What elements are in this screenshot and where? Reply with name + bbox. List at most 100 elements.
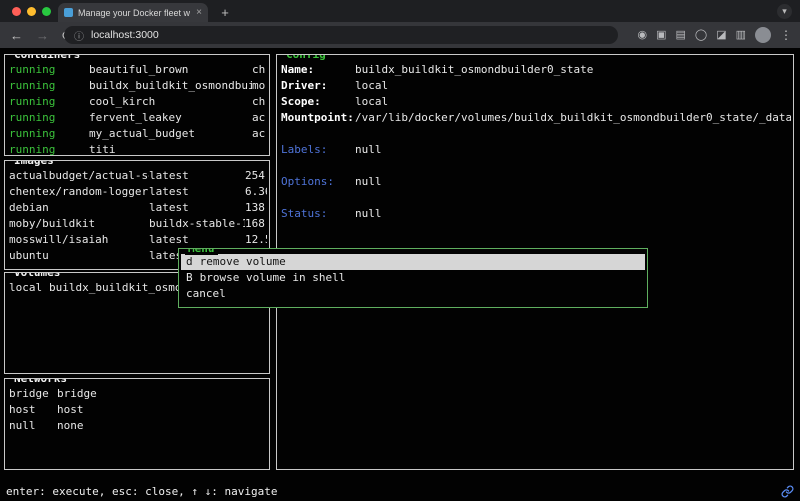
container-state: running	[9, 78, 89, 94]
menu-item[interactable]: d remove volume	[181, 254, 645, 270]
container-name: titi	[89, 142, 252, 156]
docker-tui: Containers running beautiful_brown ch ru…	[0, 48, 800, 501]
container-image: ch	[252, 94, 267, 110]
container-image: mo	[252, 78, 267, 94]
image-tag: latest	[149, 200, 245, 216]
extensions-icon[interactable]: ◪	[716, 30, 726, 41]
menu-item-label: browse volume in shell	[200, 270, 346, 286]
url-text: localhost:3000	[91, 29, 159, 41]
container-row[interactable]: running cool_kirch ch	[9, 94, 267, 110]
tab-title: Manage your Docker fleet w	[78, 8, 191, 18]
container-state: running	[9, 110, 89, 126]
container-image: ac	[252, 126, 267, 142]
keyboard-hints: enter: execute, esc: close, ↑ ↓: navigat…	[6, 485, 278, 498]
networks-list: bridge bridge host host null none	[9, 386, 267, 469]
container-row[interactable]: running my_actual_budget ac	[9, 126, 267, 142]
config-key: Options:	[281, 174, 355, 190]
image-row[interactable]: chentex/random-logger latest 6.36MB	[9, 184, 267, 200]
image-row[interactable]: mosswill/isaiah latest 12.56	[9, 232, 267, 248]
image-size: 168.13	[245, 216, 267, 232]
network-driver: host	[57, 402, 267, 418]
menu-popup: Menu d remove volume B browse volume in …	[178, 248, 648, 308]
network-driver: bridge	[57, 386, 267, 402]
config-key: Driver:	[281, 78, 355, 94]
container-state: running	[9, 126, 89, 142]
zoom-window-button[interactable]	[42, 7, 51, 16]
config-row: Driver: local	[281, 78, 791, 94]
image-size: 138.84	[245, 200, 267, 216]
volume-driver: local	[9, 280, 49, 296]
reading-list-icon[interactable]: ▤	[675, 30, 685, 41]
container-row[interactable]: running beautiful_brown ch	[9, 62, 267, 78]
config-value: local	[355, 94, 791, 110]
images-panel-title: Images	[11, 160, 57, 167]
config-key: Status:	[281, 206, 355, 222]
profile-sync-icon[interactable]: ◯	[695, 30, 707, 41]
config-row: Name: buildx_buildkit_osmondbuilder0_sta…	[281, 62, 791, 78]
image-tag: latest	[149, 168, 245, 184]
image-name: mosswill/isaiah	[9, 232, 149, 248]
container-state: running	[9, 94, 89, 110]
container-name: cool_kirch	[89, 94, 252, 110]
image-row[interactable]: debian latest 138.84	[9, 200, 267, 216]
image-size: 12.56	[245, 232, 267, 248]
container-row[interactable]: running titi	[9, 142, 267, 156]
new-tab-button[interactable]: +	[216, 3, 234, 21]
config-row: Options: null	[281, 174, 791, 190]
image-name: moby/buildkit	[9, 216, 149, 232]
close-window-button[interactable]	[12, 7, 21, 16]
menu-item-label: cancel	[186, 286, 226, 302]
container-name: fervent_leakey	[89, 110, 252, 126]
tab-close-icon[interactable]: ×	[196, 7, 202, 18]
menu-item-label: remove volume	[200, 254, 286, 270]
network-name: host	[9, 402, 57, 418]
translate-icon[interactable]: ▣	[656, 30, 666, 41]
tab-strip: Manage your Docker fleet w × + ▾	[0, 0, 800, 22]
minimize-window-button[interactable]	[27, 7, 36, 16]
networks-panel: Networks bridge bridge host host null no…	[4, 378, 270, 470]
password-eye-icon[interactable]: ◉	[637, 30, 647, 41]
network-row[interactable]: bridge bridge	[9, 386, 267, 402]
containers-panel-title: Containers	[11, 54, 83, 61]
browser-menu-icon[interactable]: ⋮	[780, 29, 792, 41]
config-panel-title: Config	[283, 54, 329, 61]
tab-favicon-icon	[64, 8, 73, 17]
browser-tab[interactable]: Manage your Docker fleet w ×	[58, 3, 208, 22]
link-icon[interactable]	[781, 485, 794, 498]
volumes-panel-title: Volumes	[11, 272, 63, 279]
image-name: debian	[9, 200, 149, 216]
image-row[interactable]: moby/buildkit buildx-stable-1 168.13	[9, 216, 267, 232]
menu-item[interactable]: cancel	[181, 286, 645, 302]
profile-avatar[interactable]	[755, 27, 771, 43]
config-value: null	[355, 206, 791, 222]
menu-item[interactable]: B browse volume in shell	[181, 270, 645, 286]
forward-icon[interactable]: →	[36, 29, 49, 42]
container-name: beautiful_brown	[89, 62, 252, 78]
image-row[interactable]: actualbudget/actual-server latest 254.98	[9, 168, 267, 184]
container-image: ac	[252, 110, 267, 126]
side-panel-icon[interactable]: ▥	[736, 30, 746, 41]
back-icon[interactable]: ←	[10, 29, 23, 42]
address-bar[interactable]: ⓘ localhost:3000	[64, 26, 618, 44]
container-name: my_actual_budget	[89, 126, 252, 142]
config-key: Scope:	[281, 94, 355, 110]
config-value: buildx_buildkit_osmondbuilder0_state	[355, 62, 791, 78]
config-row: Mountpoint: /var/lib/docker/volumes/buil…	[281, 110, 791, 126]
container-state: running	[9, 142, 89, 156]
config-key: Name:	[281, 62, 355, 78]
site-info-icon[interactable]: ⓘ	[74, 28, 84, 43]
container-image: ch	[252, 62, 267, 78]
config-key: Mountpoint:	[281, 110, 355, 126]
network-row[interactable]: host host	[9, 402, 267, 418]
image-size: 6.36MB	[245, 184, 267, 200]
container-row[interactable]: running buildx_buildkit_osmondbuilder0 m…	[9, 78, 267, 94]
containers-panel: Containers running beautiful_brown ch ru…	[4, 54, 270, 156]
container-row[interactable]: running fervent_leakey ac	[9, 110, 267, 126]
config-value: null	[355, 174, 791, 190]
tab-search-icon[interactable]: ▾	[777, 4, 792, 19]
image-tag: latest	[149, 232, 245, 248]
menu-popup-title: Menu	[185, 248, 218, 255]
config-row: Scope: local	[281, 94, 791, 110]
container-name: buildx_buildkit_osmondbuilder0	[89, 78, 252, 94]
network-row[interactable]: null none	[9, 418, 267, 434]
